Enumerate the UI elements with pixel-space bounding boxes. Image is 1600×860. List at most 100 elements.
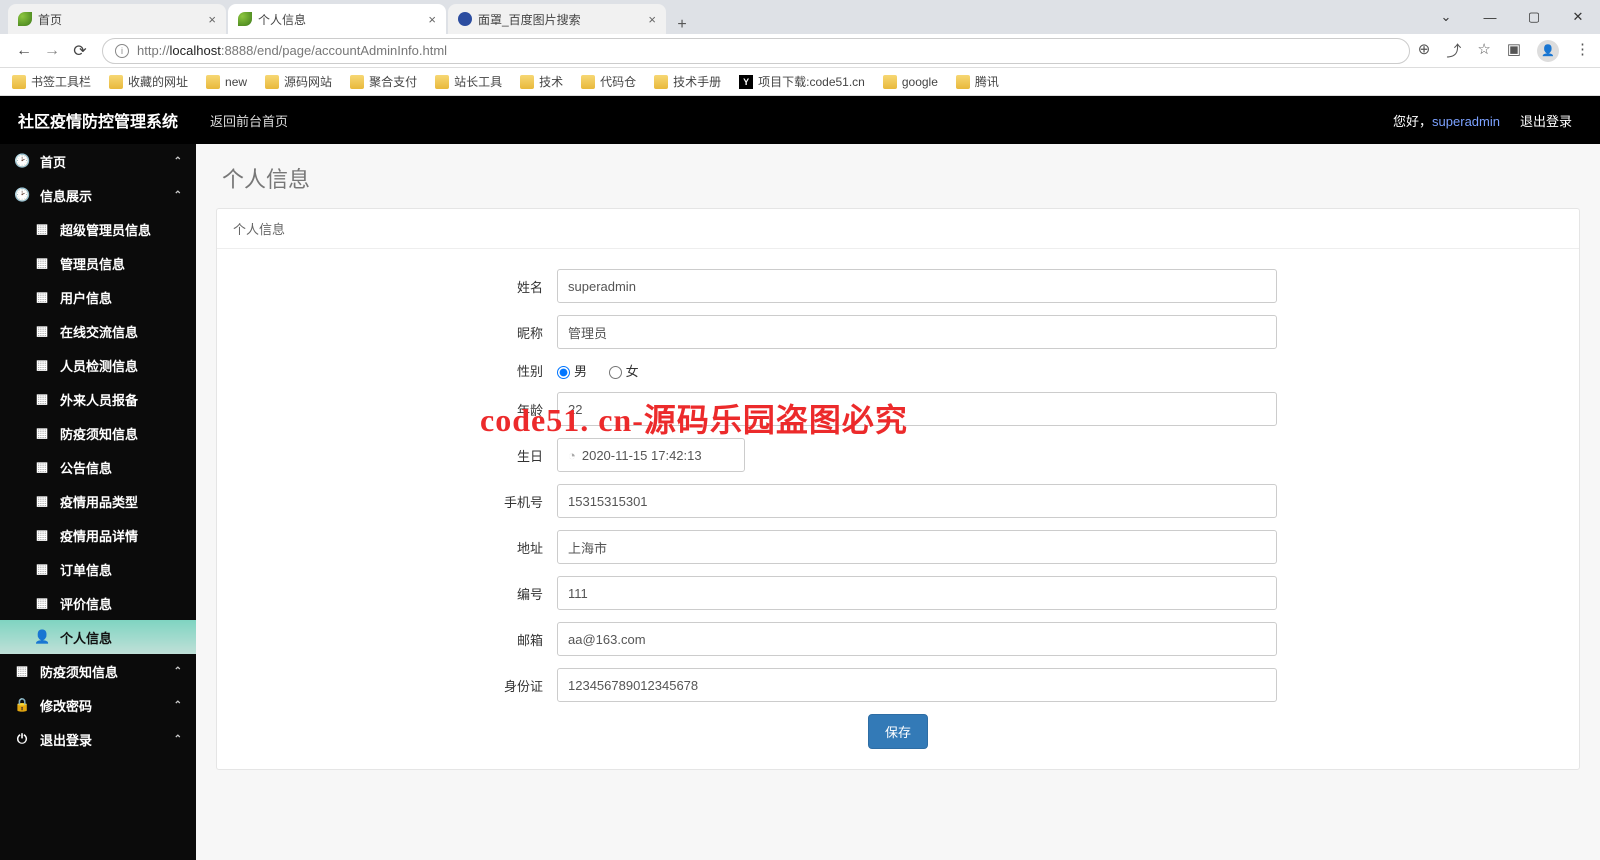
sidebar-sub-item[interactable]: ▦疫情用品类型 bbox=[0, 484, 196, 518]
user-icon: 👤 bbox=[34, 629, 50, 645]
name-input[interactable] bbox=[557, 269, 1277, 303]
browser-tab[interactable]: 个人信息 × bbox=[228, 4, 446, 34]
search-icon[interactable]: ⊕ bbox=[1418, 40, 1431, 62]
sidebar-sub-item[interactable]: ▦在线交流信息 bbox=[0, 314, 196, 348]
forward-button[interactable]: → bbox=[38, 42, 66, 60]
birthday-input[interactable]: ◔2020-11-15 17:42:13 bbox=[557, 438, 745, 472]
addr-input[interactable] bbox=[557, 530, 1277, 564]
folder-icon bbox=[12, 75, 26, 89]
sidebar-sub-item[interactable]: ▦外来人员报备 bbox=[0, 382, 196, 416]
close-icon[interactable]: × bbox=[428, 12, 436, 27]
email-input[interactable] bbox=[557, 622, 1277, 656]
grid-icon: ▦ bbox=[34, 595, 50, 611]
nick-input[interactable] bbox=[557, 315, 1277, 349]
label-email: 邮箱 bbox=[247, 630, 557, 649]
lock-icon: 🔒 bbox=[14, 697, 30, 713]
sidebar-sub-item[interactable]: ▦人员检测信息 bbox=[0, 348, 196, 382]
panel-icon[interactable]: ▣ bbox=[1507, 40, 1521, 62]
sidebar-sub-item[interactable]: ▦公告信息 bbox=[0, 450, 196, 484]
close-icon[interactable]: × bbox=[648, 12, 656, 27]
age-input[interactable] bbox=[557, 392, 1277, 426]
grid-icon: ▦ bbox=[34, 323, 50, 339]
sidebar: 🕑首页⌃ 🕑信息展示⌃ ▦超级管理员信息▦管理员信息▦用户信息▦在线交流信息▦人… bbox=[0, 144, 196, 860]
gender-female[interactable]: 女 bbox=[609, 364, 639, 379]
gender-male[interactable]: 男 bbox=[557, 364, 587, 379]
phone-input[interactable] bbox=[557, 484, 1277, 518]
url-input[interactable]: i http://localhost:8888/end/page/account… bbox=[102, 38, 1410, 64]
grid-icon: ▦ bbox=[14, 663, 30, 679]
folder-icon bbox=[520, 75, 534, 89]
bookmark-item[interactable]: google bbox=[883, 75, 938, 89]
reload-button[interactable]: ⟳ bbox=[66, 41, 94, 61]
clock-icon: ◔ bbox=[568, 448, 576, 463]
toolbar-icons: ⊕ ⤴ ☆ ▣ 👤 ⋮ bbox=[1418, 40, 1590, 62]
chevron-icon: ⌃ bbox=[174, 156, 182, 167]
address-bar: ← → ⟳ i http://localhost:8888/end/page/a… bbox=[0, 34, 1600, 68]
chevron-icon: ⌃ bbox=[174, 190, 182, 201]
folder-icon bbox=[265, 75, 279, 89]
bookmark-item[interactable]: 腾讯 bbox=[956, 73, 999, 90]
bookmark-item[interactable]: 技术 bbox=[520, 73, 563, 90]
grid-icon: ▦ bbox=[34, 289, 50, 305]
content-area: 个人信息 个人信息 姓名 昵称 性别 男 女 年龄 生日◔2020-11-15 … bbox=[196, 144, 1600, 860]
sidebar-sub-item[interactable]: ▦管理员信息 bbox=[0, 246, 196, 280]
back-button[interactable]: ← bbox=[10, 42, 38, 60]
sidebar-sub-item[interactable]: ▦订单信息 bbox=[0, 552, 196, 586]
sidebar-sub-item[interactable]: ▦防疫须知信息 bbox=[0, 416, 196, 450]
sidebar-item-prevention[interactable]: ▦防疫须知信息⌃ bbox=[0, 654, 196, 688]
bookmark-item[interactable]: Y项目下载:code51.cn bbox=[739, 73, 865, 90]
idcard-input[interactable] bbox=[557, 668, 1277, 702]
dashboard-icon: 🕑 bbox=[14, 153, 30, 169]
sidebar-sub-item[interactable]: ▦超级管理员信息 bbox=[0, 212, 196, 246]
sidebar-sub-item[interactable]: ▦用户信息 bbox=[0, 280, 196, 314]
gender-radio-group: 男 女 bbox=[557, 361, 1277, 380]
sidebar-item-logout[interactable]: ⏻退出登录⌃ bbox=[0, 722, 196, 756]
grid-icon: ▦ bbox=[34, 425, 50, 441]
bookmark-item[interactable]: 技术手册 bbox=[654, 73, 721, 90]
bookmark-item[interactable]: 书签工具栏 bbox=[12, 73, 91, 90]
power-icon: ⏻ bbox=[14, 731, 30, 747]
label-gender: 性别 bbox=[247, 361, 557, 380]
kebab-menu-icon[interactable]: ⋮ bbox=[1575, 40, 1590, 62]
label-addr: 地址 bbox=[247, 538, 557, 557]
label-idcard: 身份证 bbox=[247, 676, 557, 695]
code-input[interactable] bbox=[557, 576, 1277, 610]
folder-icon bbox=[435, 75, 449, 89]
close-window-icon[interactable]: ✕ bbox=[1556, 9, 1600, 25]
bookmark-item[interactable]: 源码网站 bbox=[265, 73, 332, 90]
chevron-down-icon[interactable]: ⌄ bbox=[1424, 9, 1468, 25]
back-to-front-link[interactable]: 返回前台首页 bbox=[210, 111, 288, 130]
label-birthday: 生日 bbox=[247, 446, 557, 465]
sidebar-sub-item[interactable]: 👤个人信息 bbox=[0, 620, 196, 654]
browser-tab[interactable]: 面罩_百度图片搜索 × bbox=[448, 4, 666, 34]
username-link[interactable]: superadmin bbox=[1432, 114, 1500, 129]
bookmark-item[interactable]: 收藏的网址 bbox=[109, 73, 188, 90]
sidebar-sub-item[interactable]: ▦疫情用品详情 bbox=[0, 518, 196, 552]
browser-tab[interactable]: 首页 × bbox=[8, 4, 226, 34]
star-icon[interactable]: ☆ bbox=[1477, 40, 1490, 62]
minimize-icon[interactable]: — bbox=[1468, 10, 1512, 25]
logout-link[interactable]: 退出登录 bbox=[1520, 111, 1572, 130]
bookmark-item[interactable]: 代码仓 bbox=[581, 73, 636, 90]
sidebar-item-password[interactable]: 🔒修改密码⌃ bbox=[0, 688, 196, 722]
profile-icon[interactable]: 👤 bbox=[1537, 40, 1559, 62]
folder-icon bbox=[883, 75, 897, 89]
new-tab-button[interactable]: + bbox=[668, 16, 696, 34]
share-icon[interactable]: ⤴ bbox=[1446, 40, 1461, 62]
bookmark-item[interactable]: 站长工具 bbox=[435, 73, 502, 90]
sidebar-item-info[interactable]: 🕑信息展示⌃ bbox=[0, 178, 196, 212]
app-brand: 社区疫情防控管理系统 bbox=[0, 108, 196, 132]
grid-icon: ▦ bbox=[34, 493, 50, 509]
bookmark-item[interactable]: 聚合支付 bbox=[350, 73, 417, 90]
site-icon: Y bbox=[739, 75, 753, 89]
window-controls: ⌄ — ▢ ✕ bbox=[1424, 0, 1600, 34]
chevron-icon: ⌃ bbox=[174, 666, 182, 677]
sidebar-item-home[interactable]: 🕑首页⌃ bbox=[0, 144, 196, 178]
maximize-icon[interactable]: ▢ bbox=[1512, 9, 1556, 25]
save-button[interactable]: 保存 bbox=[868, 714, 928, 749]
paw-icon bbox=[458, 12, 472, 26]
site-info-icon[interactable]: i bbox=[115, 44, 129, 58]
bookmark-item[interactable]: new bbox=[206, 75, 247, 89]
close-icon[interactable]: × bbox=[208, 12, 216, 27]
sidebar-sub-item[interactable]: ▦评价信息 bbox=[0, 586, 196, 620]
